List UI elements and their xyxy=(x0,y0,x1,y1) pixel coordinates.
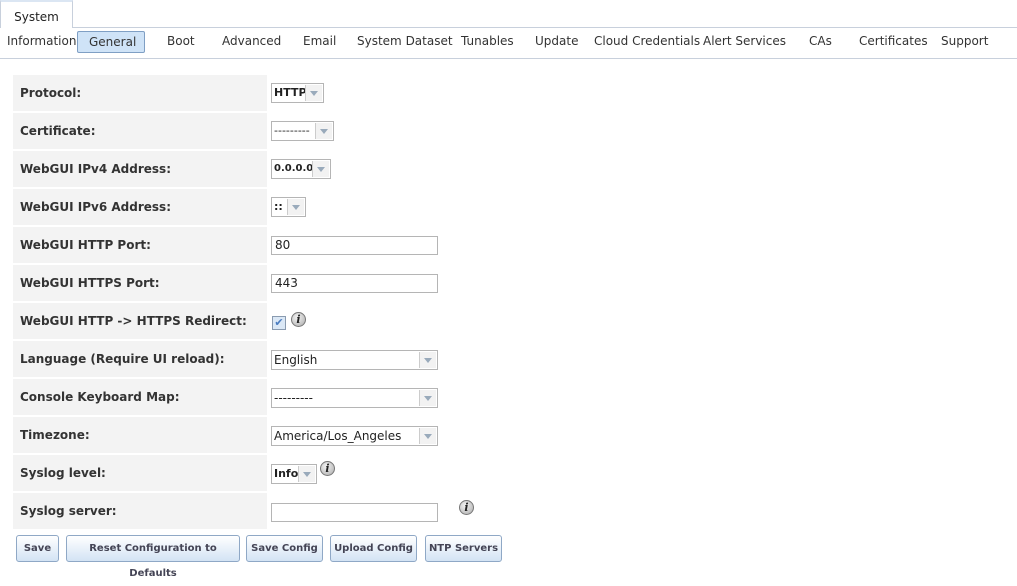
chevron-down-icon xyxy=(419,428,436,444)
ipv4-select[interactable]: 0.0.0.0 xyxy=(271,159,331,179)
redirect-checkbox[interactable]: ✔ xyxy=(272,316,286,330)
ipv6-select[interactable]: :: xyxy=(271,197,306,217)
info-icon[interactable]: i xyxy=(459,500,474,515)
row-syslog-level: Syslog level: xyxy=(13,455,267,491)
chevron-down-icon xyxy=(298,466,315,482)
chevron-down-icon xyxy=(419,390,436,406)
row-ipv6: WebGUI IPv6 Address: xyxy=(13,189,267,225)
row-certificate: Certificate: xyxy=(13,113,267,149)
language-select[interactable]: English xyxy=(271,350,438,370)
https-port-input[interactable]: 443 xyxy=(271,274,438,293)
label: WebGUI IPv6 Address: xyxy=(20,200,171,214)
subtab-cloud-credentials[interactable]: Cloud Credentials xyxy=(594,31,700,53)
timezone-select[interactable]: America/Los_Angeles xyxy=(271,426,438,446)
subtab-support[interactable]: Support xyxy=(941,31,988,53)
value: America/Los_Angeles xyxy=(274,429,402,443)
row-redirect: WebGUI HTTP -> HTTPS Redirect: xyxy=(13,303,267,339)
http-port-input[interactable]: 80 xyxy=(271,236,438,255)
value: 0.0.0.0 xyxy=(274,163,314,174)
info-icon[interactable]: i xyxy=(320,461,335,476)
divider xyxy=(0,58,1017,59)
subtab-cas[interactable]: CAs xyxy=(809,31,832,53)
label: Certificate: xyxy=(20,124,96,138)
chevron-down-icon xyxy=(305,85,322,101)
subtab-advanced[interactable]: Advanced xyxy=(222,31,281,53)
certificate-select[interactable]: --------- xyxy=(271,121,334,141)
subtab-tunables[interactable]: Tunables xyxy=(461,31,514,53)
label: Syslog level: xyxy=(20,466,106,480)
ntp-servers-button[interactable]: NTP Servers xyxy=(425,535,502,562)
label: Language (Require UI reload): xyxy=(20,352,225,366)
label: WebGUI HTTP -> HTTPS Redirect: xyxy=(20,314,247,328)
label: WebGUI HTTPS Port: xyxy=(20,276,160,290)
chevron-down-icon xyxy=(287,199,304,215)
subtab-bar: Information General Boot Advanced Email … xyxy=(0,31,1017,53)
row-syslog-server: Syslog server: xyxy=(13,493,267,529)
row-protocol: Protocol: xyxy=(13,75,267,111)
label: Console Keyboard Map: xyxy=(20,390,180,404)
tab-system[interactable]: System xyxy=(0,0,73,28)
value: --------- xyxy=(274,124,310,137)
info-icon[interactable]: i xyxy=(291,312,306,327)
chevron-down-icon xyxy=(312,161,329,177)
keymap-select[interactable]: --------- xyxy=(271,388,438,408)
protocol-select[interactable]: HTTP xyxy=(271,83,324,103)
label: Protocol: xyxy=(20,86,82,100)
subtab-email[interactable]: Email xyxy=(303,31,336,53)
value: :: xyxy=(274,200,283,213)
value: English xyxy=(274,353,318,367)
row-https-port: WebGUI HTTPS Port: xyxy=(13,265,267,301)
reset-defaults-button[interactable]: Reset Configuration to Defaults xyxy=(66,535,240,579)
label: Syslog server: xyxy=(20,504,117,518)
syslog-server-input[interactable] xyxy=(271,503,438,522)
subtab-update[interactable]: Update xyxy=(535,31,578,53)
chevron-down-icon xyxy=(419,352,436,368)
subtab-certificates[interactable]: Certificates xyxy=(859,31,928,53)
label: WebGUI IPv4 Address: xyxy=(20,162,171,176)
row-ipv4: WebGUI IPv4 Address: xyxy=(13,151,267,187)
subtab-alert-services[interactable]: Alert Services xyxy=(703,31,786,53)
row-keymap: Console Keyboard Map: xyxy=(13,379,267,415)
row-language: Language (Require UI reload): xyxy=(13,341,267,377)
subtab-system-dataset[interactable]: System Dataset xyxy=(357,31,453,53)
save-button[interactable]: Save xyxy=(16,535,59,562)
upload-config-button[interactable]: Upload Config xyxy=(330,535,417,562)
divider xyxy=(73,27,1017,28)
row-timezone: Timezone: xyxy=(13,417,267,453)
subtab-general[interactable]: General xyxy=(77,31,145,53)
value: HTTP xyxy=(274,86,307,99)
syslog-level-select[interactable]: Info xyxy=(271,464,317,484)
row-http-port: WebGUI HTTP Port: xyxy=(13,227,267,263)
chevron-down-icon xyxy=(315,123,332,139)
value: Info xyxy=(274,467,299,480)
label: Timezone: xyxy=(20,428,90,442)
subtab-information[interactable]: Information xyxy=(7,31,76,53)
value: --------- xyxy=(274,391,313,405)
label: WebGUI HTTP Port: xyxy=(20,238,151,252)
subtab-boot[interactable]: Boot xyxy=(167,31,195,53)
save-config-button[interactable]: Save Config xyxy=(246,535,323,562)
